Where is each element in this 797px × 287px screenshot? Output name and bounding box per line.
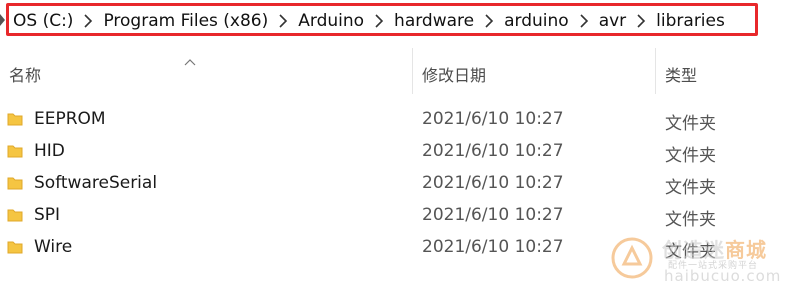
file-name[interactable]: SPI xyxy=(34,205,60,225)
file-type: 文件夹 xyxy=(665,210,716,230)
file-row-eeprom[interactable]: EEPROM 2021/6/10 10:27 文件夹 xyxy=(0,103,797,135)
watermark-url: haibucuo.com xyxy=(664,267,782,285)
column-header-modified[interactable]: 修改日期 xyxy=(422,62,486,86)
file-row-hid[interactable]: HID 2021/6/10 10:27 文件夹 xyxy=(0,135,797,167)
chevron-right-icon[interactable] xyxy=(268,8,298,34)
file-row-softwareserial[interactable]: SoftwareSerial 2021/6/10 10:27 文件夹 xyxy=(0,167,797,199)
file-type: 文件夹 xyxy=(665,178,716,198)
chevron-right-icon[interactable] xyxy=(626,8,656,34)
watermark-logo-icon xyxy=(610,236,654,284)
breadcrumb-hardware[interactable]: hardware xyxy=(394,11,474,31)
file-name[interactable]: HID xyxy=(34,141,65,161)
breadcrumb-libraries[interactable]: libraries xyxy=(656,11,725,31)
file-name[interactable]: EEPROM xyxy=(34,109,106,129)
file-modified: 2021/6/10 10:27 xyxy=(422,109,564,129)
folder-icon xyxy=(7,175,23,196)
folder-icon xyxy=(7,239,23,260)
chevron-right-icon[interactable] xyxy=(474,8,504,34)
file-name[interactable]: Wire xyxy=(34,237,72,257)
file-type: 文件夹 xyxy=(665,146,716,166)
file-row-spi[interactable]: SPI 2021/6/10 10:27 文件夹 xyxy=(0,199,797,231)
chevron-right-icon[interactable] xyxy=(73,8,103,34)
column-header-bar: 名称 修改日期 类型 xyxy=(0,48,797,94)
folder-icon xyxy=(7,143,23,164)
file-modified: 2021/6/10 10:27 xyxy=(422,173,564,193)
column-header-type[interactable]: 类型 xyxy=(665,62,697,86)
column-divider[interactable] xyxy=(655,48,656,94)
file-type: 文件夹 xyxy=(665,114,716,134)
chevron-right-icon[interactable] xyxy=(569,8,599,34)
back-arrow-icon[interactable] xyxy=(0,14,5,26)
column-divider[interactable] xyxy=(412,48,413,94)
breadcrumb[interactable]: OS (C:) Program Files (x86) Arduino hard… xyxy=(13,8,725,34)
breadcrumb-arduino-sub[interactable]: arduino xyxy=(504,11,569,31)
breadcrumb-program-files[interactable]: Program Files (x86) xyxy=(103,11,268,31)
file-name[interactable]: SoftwareSerial xyxy=(34,173,157,193)
sort-ascending-icon[interactable] xyxy=(184,51,196,70)
folder-icon xyxy=(7,111,23,132)
breadcrumb-avr[interactable]: avr xyxy=(599,11,626,31)
watermark: 创造迷商城 配件一站式采购平台 haibucuo.com xyxy=(606,232,797,287)
chevron-right-icon[interactable] xyxy=(364,8,394,34)
breadcrumb-os-c[interactable]: OS (C:) xyxy=(13,11,73,31)
breadcrumb-arduino[interactable]: Arduino xyxy=(298,11,364,31)
file-modified: 2021/6/10 10:27 xyxy=(422,141,564,161)
folder-icon xyxy=(7,207,23,228)
file-modified: 2021/6/10 10:27 xyxy=(422,205,564,225)
column-header-name[interactable]: 名称 xyxy=(9,62,41,86)
file-modified: 2021/6/10 10:27 xyxy=(422,237,564,257)
address-bar[interactable]: OS (C:) Program Files (x86) Arduino hard… xyxy=(0,0,797,44)
